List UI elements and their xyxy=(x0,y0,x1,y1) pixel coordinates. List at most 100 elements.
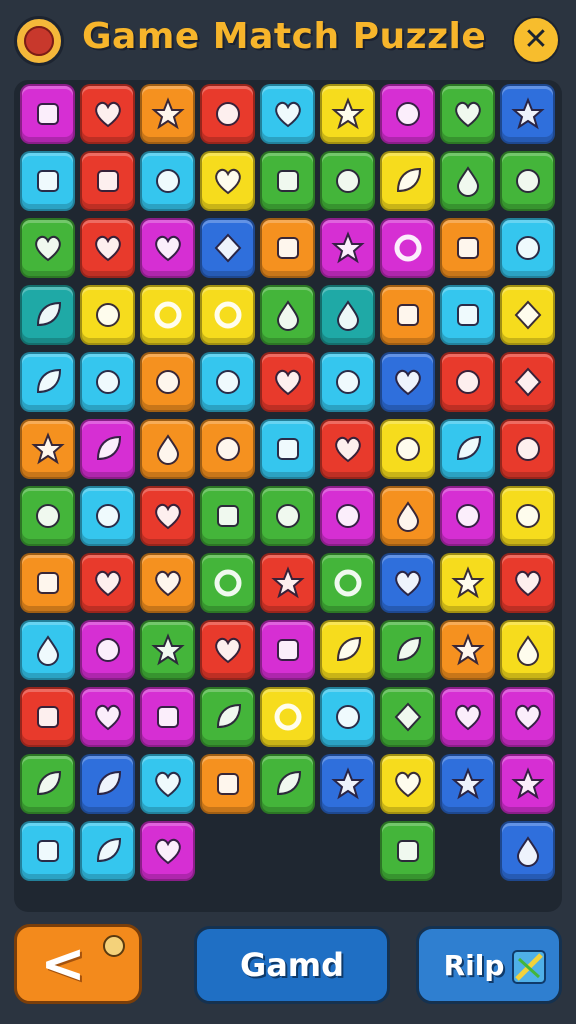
tile[interactable] xyxy=(380,84,435,144)
tile[interactable] xyxy=(260,687,315,747)
tile[interactable] xyxy=(500,486,555,546)
tile[interactable] xyxy=(320,218,375,278)
tile[interactable] xyxy=(200,419,255,479)
back-button[interactable]: < xyxy=(14,924,142,1004)
tile[interactable] xyxy=(500,620,555,680)
tile[interactable] xyxy=(140,84,195,144)
tile[interactable] xyxy=(320,486,375,546)
tile[interactable] xyxy=(260,486,315,546)
tile[interactable] xyxy=(260,151,315,211)
tile[interactable] xyxy=(500,754,555,814)
tile[interactable] xyxy=(200,352,255,412)
tile[interactable] xyxy=(140,821,195,881)
tile[interactable] xyxy=(80,419,135,479)
tile[interactable] xyxy=(440,285,495,345)
tile[interactable] xyxy=(80,218,135,278)
tile[interactable] xyxy=(80,486,135,546)
tile[interactable] xyxy=(200,754,255,814)
tile[interactable] xyxy=(500,821,555,881)
tile[interactable] xyxy=(140,151,195,211)
tile[interactable] xyxy=(200,553,255,613)
tile[interactable] xyxy=(440,553,495,613)
rilp-button[interactable]: Rilp xyxy=(416,926,562,1004)
tile[interactable] xyxy=(500,553,555,613)
tile[interactable] xyxy=(80,151,135,211)
tile[interactable] xyxy=(380,821,435,881)
tile[interactable] xyxy=(140,419,195,479)
tile[interactable] xyxy=(140,352,195,412)
tile[interactable] xyxy=(440,352,495,412)
close-button[interactable]: ✕ xyxy=(512,16,560,64)
tile[interactable] xyxy=(200,620,255,680)
tile[interactable] xyxy=(380,620,435,680)
tile[interactable] xyxy=(380,486,435,546)
tile[interactable] xyxy=(380,419,435,479)
tile[interactable] xyxy=(320,553,375,613)
tile[interactable] xyxy=(320,754,375,814)
tile[interactable] xyxy=(380,754,435,814)
tile[interactable] xyxy=(140,553,195,613)
tile[interactable] xyxy=(260,553,315,613)
tile[interactable] xyxy=(440,687,495,747)
tile[interactable] xyxy=(20,218,75,278)
tile[interactable] xyxy=(80,553,135,613)
tile[interactable] xyxy=(80,352,135,412)
tile[interactable] xyxy=(20,419,75,479)
tile[interactable] xyxy=(380,553,435,613)
tile[interactable] xyxy=(440,84,495,144)
tile[interactable] xyxy=(20,620,75,680)
tile[interactable] xyxy=(200,151,255,211)
tile[interactable] xyxy=(200,486,255,546)
tile[interactable] xyxy=(440,620,495,680)
tile[interactable] xyxy=(80,821,135,881)
tile[interactable] xyxy=(140,620,195,680)
tile[interactable] xyxy=(440,754,495,814)
tile[interactable] xyxy=(200,84,255,144)
tile[interactable] xyxy=(380,285,435,345)
tile[interactable] xyxy=(500,218,555,278)
tile[interactable] xyxy=(320,151,375,211)
tile[interactable] xyxy=(80,285,135,345)
tile[interactable] xyxy=(20,687,75,747)
tile[interactable] xyxy=(260,419,315,479)
tile[interactable] xyxy=(380,687,435,747)
tile[interactable] xyxy=(200,687,255,747)
tile[interactable] xyxy=(260,754,315,814)
game-button[interactable]: Gamd xyxy=(194,926,390,1004)
tile[interactable] xyxy=(320,687,375,747)
tile[interactable] xyxy=(20,754,75,814)
tile[interactable] xyxy=(260,352,315,412)
tile[interactable] xyxy=(20,352,75,412)
tile[interactable] xyxy=(320,84,375,144)
tile[interactable] xyxy=(380,352,435,412)
tile[interactable] xyxy=(20,151,75,211)
tile[interactable] xyxy=(20,84,75,144)
tile[interactable] xyxy=(20,285,75,345)
tile[interactable] xyxy=(140,486,195,546)
tile[interactable] xyxy=(200,218,255,278)
tile[interactable] xyxy=(380,151,435,211)
tile[interactable] xyxy=(20,553,75,613)
tile[interactable] xyxy=(320,620,375,680)
tile[interactable] xyxy=(20,821,75,881)
tile[interactable] xyxy=(440,419,495,479)
tile[interactable] xyxy=(260,218,315,278)
tile[interactable] xyxy=(200,285,255,345)
tile[interactable] xyxy=(440,486,495,546)
tile[interactable] xyxy=(440,218,495,278)
tile[interactable] xyxy=(320,285,375,345)
tile[interactable] xyxy=(140,687,195,747)
tile[interactable] xyxy=(380,218,435,278)
tile[interactable] xyxy=(320,419,375,479)
tile[interactable] xyxy=(500,84,555,144)
tile[interactable] xyxy=(140,285,195,345)
tile[interactable] xyxy=(80,84,135,144)
tile[interactable] xyxy=(80,620,135,680)
tile[interactable] xyxy=(140,218,195,278)
tile[interactable] xyxy=(260,285,315,345)
tile[interactable] xyxy=(500,687,555,747)
tile[interactable] xyxy=(500,285,555,345)
tile[interactable] xyxy=(80,754,135,814)
tile[interactable] xyxy=(500,151,555,211)
tile[interactable] xyxy=(440,151,495,211)
